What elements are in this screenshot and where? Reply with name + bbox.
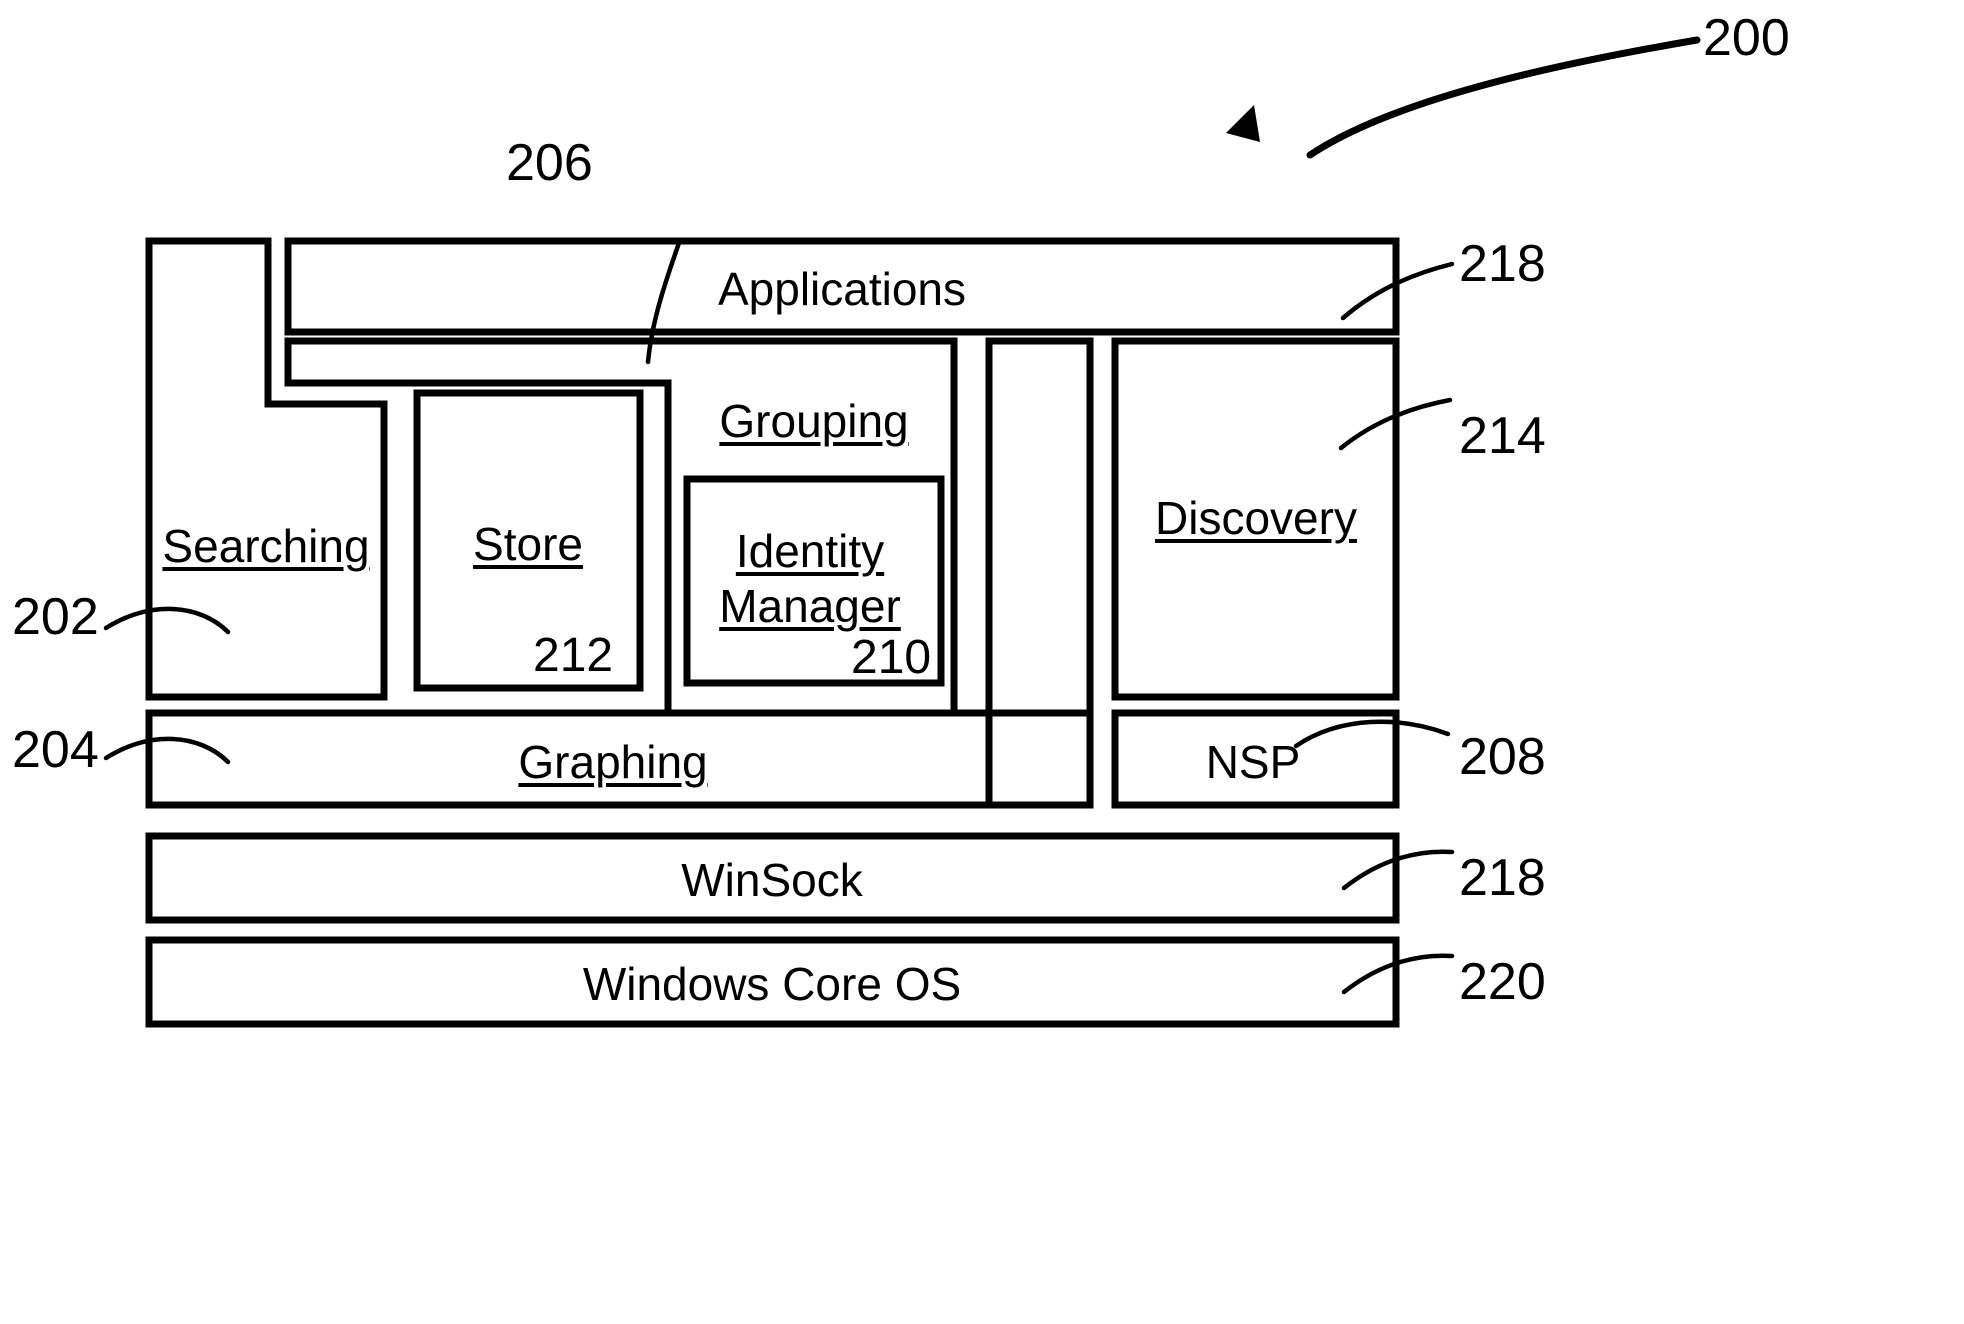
applications-ref-number: 218: [1459, 235, 1546, 293]
store-label: Store: [473, 518, 583, 570]
identity-manager-label-line1: Identity: [735, 525, 885, 577]
grouping-ref-number: 206: [506, 134, 593, 192]
searching-ref-number: 202: [12, 588, 99, 646]
windows-core-os-ref-number: 220: [1459, 953, 1546, 1011]
figure-200-arrowhead: [1226, 105, 1260, 142]
winsock-label: WinSock: [681, 854, 863, 906]
grouping-label: Grouping: [719, 395, 909, 447]
diagram-svg: [103, 36, 1701, 1028]
discovery-ref-number: 214: [1459, 407, 1546, 465]
identity-manager-ref-number: 210: [851, 631, 932, 684]
nsp-ref-number: 208: [1459, 728, 1546, 786]
graphing-label: Graphing: [518, 736, 708, 788]
applications-label: Applications: [717, 263, 967, 315]
figure-200-leader: [1306, 36, 1701, 159]
graphing-ref-number: 204: [12, 721, 99, 779]
windows-core-os-label: Windows Core OS: [582, 958, 962, 1010]
nsp-label: NSP: [1205, 736, 1301, 788]
store-ref-number: 212: [533, 629, 614, 682]
winsock-ref-number: 218: [1459, 849, 1546, 907]
identity-manager-label-line2: Manager: [719, 580, 901, 632]
figure-canvas: Applications Searching Store Grouping Id…: [0, 0, 1964, 1324]
discovery-label: Discovery: [1155, 492, 1357, 544]
figure-ref-number: 200: [1703, 9, 1790, 67]
searching-label: Searching: [162, 520, 370, 572]
